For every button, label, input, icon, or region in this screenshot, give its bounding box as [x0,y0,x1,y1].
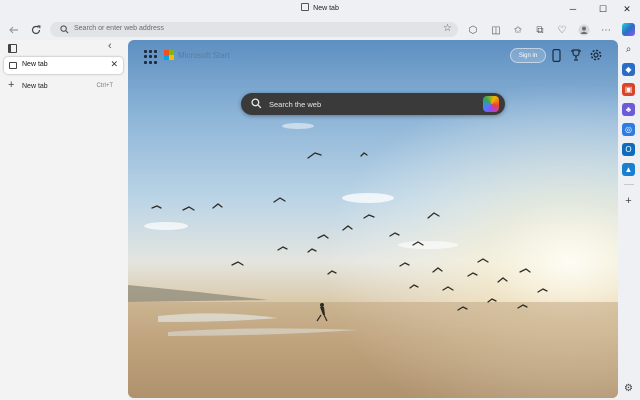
heart-shield-icon: ♡ [557,24,567,36]
close-tab-icon[interactable]: ✕ [110,59,118,70]
new-tab-label: New tab [22,83,48,90]
tab-label: New tab [22,61,48,68]
sidebar-search-icon[interactable]: ⌕ [622,43,635,56]
vertical-tab-pane: ‹ New tab ✕ + New tab Ctrl+T [0,40,128,400]
apps-launcher-icon[interactable] [144,50,158,64]
maximize-button[interactable]: ☐ [590,2,616,16]
sidebar-divider [624,184,634,185]
outlook-icon[interactable]: O [622,143,635,156]
tab-new-tab[interactable]: New tab ✕ [4,57,123,74]
new-tab-favicon-icon [9,62,17,69]
search-placeholder: Search the web [269,100,322,109]
back-arrow-icon [9,26,18,34]
minimize-button[interactable]: ─ [560,2,586,16]
toolbar: Search or enter web address ☆ ⬡ ◫ ✩ ⧉ ♡ … [0,20,640,40]
favorite-star-icon[interactable]: ☆ [443,23,452,34]
window-title-text: New tab [313,5,339,12]
extensions-button[interactable]: ⬡ [464,21,482,39]
favorites-button[interactable]: ✩ [509,21,527,39]
toolbox-icon[interactable]: ▣ [622,83,635,96]
rewards-trophy-icon[interactable] [569,48,583,62]
favorites-icon: ✩ [513,24,523,36]
games-icon[interactable]: ♣ [622,103,635,116]
split-screen-icon: ◫ [491,24,501,36]
collapse-pane-button[interactable]: ‹ [108,40,112,52]
copilot-icon[interactable] [622,23,635,36]
shopping-tag-icon[interactable]: ◆ [622,63,635,76]
browser-essentials-button[interactable]: ♡ [553,21,571,39]
puzzle-icon: ⬡ [468,24,478,36]
close-button[interactable]: ✕ [614,2,640,16]
split-screen-button[interactable]: ◫ [487,21,505,39]
sidebar-settings-gear-icon[interactable]: ⚙ [622,382,635,395]
new-tab-shortcut: Ctrl+T [96,83,114,89]
mobile-icon[interactable] [549,48,563,62]
refresh-icon [31,25,41,35]
tab-icon [301,3,310,11]
address-placeholder: Search or enter web address [74,25,164,32]
add-sidebar-app-button[interactable]: + [622,194,635,207]
page-settings-gear-icon[interactable] [589,48,603,62]
collections-button[interactable]: ⧉ [531,21,549,39]
microsoft-logo-icon [164,50,174,60]
avatar-icon [578,24,590,36]
plus-icon: + [8,79,15,91]
copilot-search-icon[interactable] [483,96,499,112]
address-bar[interactable]: Search or enter web address ☆ [50,22,458,37]
brand-text: Microsoft Start [178,51,230,60]
more-menu-button[interactable]: ⋯ [597,21,615,39]
web-search-box[interactable]: Search the web [241,93,505,115]
new-tab-button[interactable]: + New tab Ctrl+T [4,79,123,95]
ellipsis-icon: ⋯ [601,24,611,36]
new-tab-page: Microsoft Start Sign in Search the web [128,40,618,398]
collections-icon: ⧉ [536,24,544,36]
title-bar: New tab ─ ☐ ✕ [0,0,640,20]
tab-actions-icon[interactable] [8,44,17,53]
back-button[interactable] [5,21,23,39]
window-title: New tab [0,3,640,12]
sign-in-button[interactable]: Sign in [510,48,546,63]
search-icon [60,25,69,34]
search-icon [251,98,262,109]
drop-icon[interactable]: ▲ [622,163,635,176]
profile-button[interactable] [575,21,593,39]
microsoft-365-icon[interactable]: ◎ [622,123,635,136]
refresh-button[interactable] [27,21,45,39]
right-sidebar: ⌕ ◆ ▣ ♣ ◎ O ▲ + ⚙ [618,20,640,400]
